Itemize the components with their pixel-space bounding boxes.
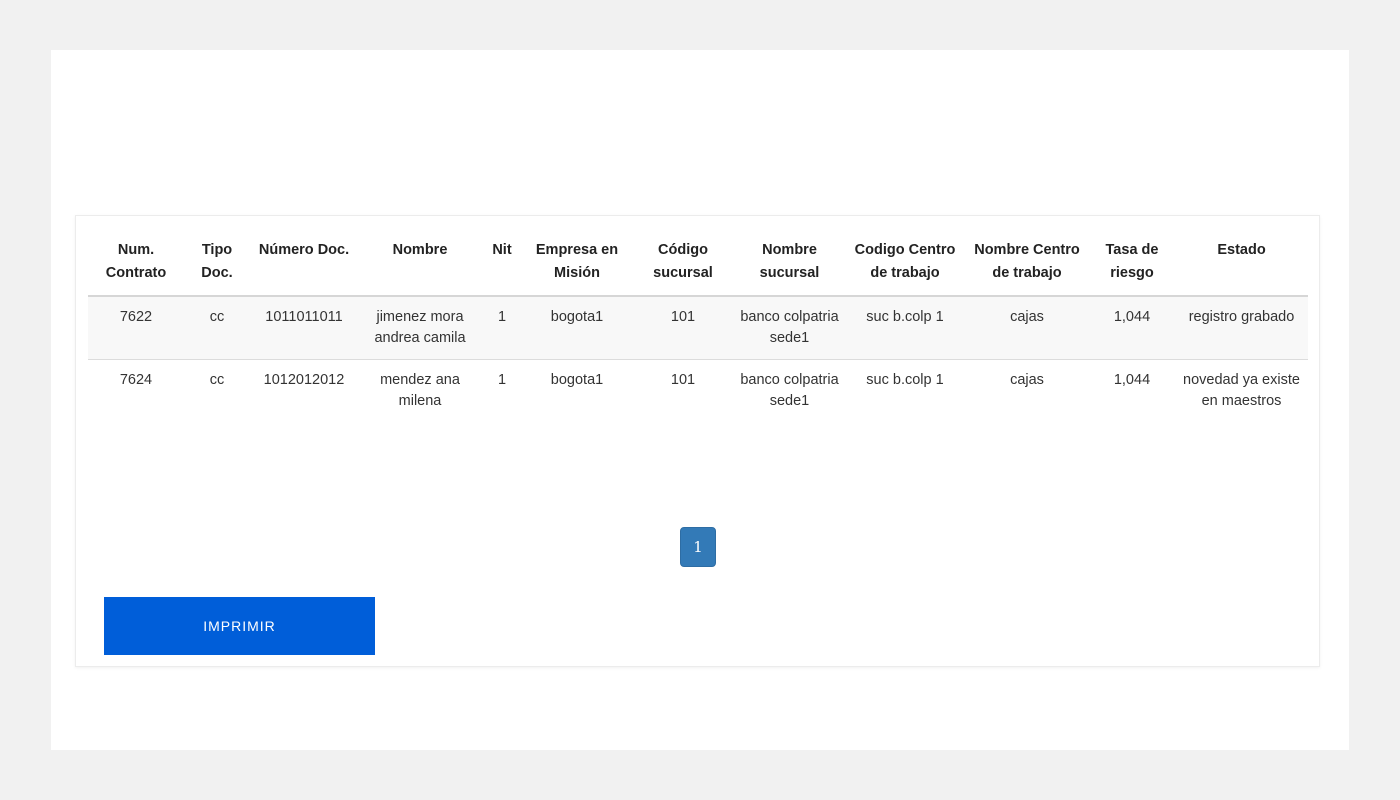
results-card: Num. Contrato Tipo Doc. Número Doc. Nomb… — [75, 215, 1320, 667]
cell-nombre: jimenez mora andrea camila — [358, 296, 482, 360]
print-button[interactable]: IMPRIMIR — [104, 597, 375, 655]
pagination-page-button[interactable]: 1 — [680, 527, 716, 567]
cell-num-contrato: 7622 — [88, 296, 184, 360]
cell-codigo-centro: suc b.colp 1 — [866, 372, 944, 388]
header-empresa-mision: Empresa en Misión — [522, 234, 632, 297]
cell-nombre-sucursal: banco colpatria sede1 — [740, 372, 839, 409]
cell-nombre-centro: cajas — [1010, 372, 1044, 388]
cell-empresa-mision: bogota1 — [550, 372, 604, 388]
cell-empresa-mision: bogota1 — [522, 296, 632, 360]
header-tipo-doc: Tipo Doc. — [184, 234, 250, 297]
page-container: Num. Contrato Tipo Doc. Número Doc. Nomb… — [51, 50, 1349, 750]
cell-numero-doc: 1012012012 — [263, 372, 345, 388]
results-table: Num. Contrato Tipo Doc. Número Doc. Nomb… — [88, 234, 1308, 422]
header-nombre-centro: Nombre Centro de trabajo — [965, 234, 1089, 297]
table-row: 7624 cc 1012012012 mendez ana milena 1 b… — [88, 360, 1308, 423]
cell-tipo-doc: cc — [209, 372, 225, 388]
header-nombre-sucursal: Nombre sucursal — [734, 234, 845, 297]
cell-nit: 1 — [497, 372, 507, 388]
cell-num-contrato: 7624 — [119, 372, 153, 388]
cell-estado: novedad ya existe en maestros — [1183, 372, 1300, 409]
header-codigo-sucursal: Código sucursal — [632, 234, 734, 297]
header-tasa-riesgo: Tasa de riesgo — [1089, 234, 1175, 297]
header-numero-doc: Número Doc. — [250, 234, 358, 297]
cell-nombre-centro: cajas — [965, 296, 1089, 360]
cell-nombre: mendez ana milena — [380, 372, 460, 409]
header-num-contrato: Num. Contrato — [88, 234, 184, 297]
cell-codigo-sucursal: 101 — [632, 296, 734, 360]
cell-codigo-centro: suc b.colp 1 — [845, 296, 965, 360]
cell-tasa-riesgo: 1,044 — [1113, 372, 1151, 388]
cell-nombre-sucursal: banco colpatria sede1 — [734, 296, 845, 360]
header-codigo-centro: Codigo Centro de trabajo — [845, 234, 965, 297]
cell-estado: registro grabado — [1175, 296, 1308, 360]
cell-numero-doc: 1011011011 — [250, 296, 358, 360]
cell-nit: 1 — [482, 296, 522, 360]
header-nit: Nit — [482, 234, 522, 297]
cell-tipo-doc: cc — [184, 296, 250, 360]
table-row: 7622 cc 1011011011 jimenez mora andrea c… — [88, 296, 1308, 360]
table-header-row: Num. Contrato Tipo Doc. Número Doc. Nomb… — [88, 234, 1308, 297]
header-estado: Estado — [1175, 234, 1308, 297]
cell-tasa-riesgo: 1,044 — [1089, 296, 1175, 360]
cell-codigo-sucursal: 101 — [670, 372, 696, 388]
header-nombre: Nombre — [358, 234, 482, 297]
